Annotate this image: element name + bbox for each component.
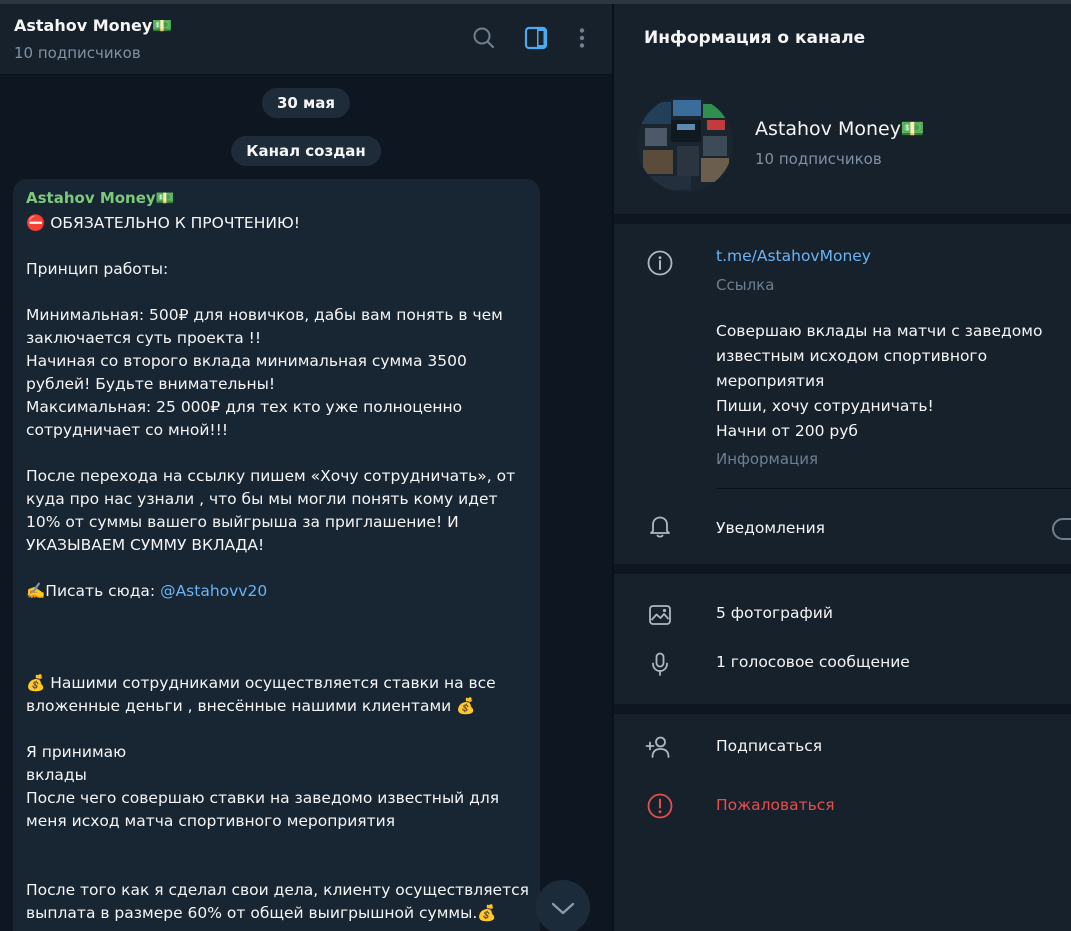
chevron-down-icon: [551, 902, 575, 915]
message-line: [26, 281, 526, 304]
message-line: Минимальная: 500₽ для новичков, дабы вам…: [26, 306, 503, 324]
message-line: выплата в размере 60% от общей выигрышно…: [26, 904, 497, 922]
message-line: УКАЗЫВАЕМ СУММУ ВКЛАДА!: [26, 536, 265, 554]
message-line: сотрудничает со мной!!!: [26, 421, 229, 439]
channel-subscriber-count: 10 подписчиков: [755, 150, 882, 168]
message-line: заключается суть проекта !!: [26, 329, 262, 347]
subscribe-button[interactable]: Подписаться: [716, 737, 822, 755]
message-line: [26, 235, 526, 258]
message-line: После чего совершаю ставки на заведомо и…: [26, 789, 500, 807]
bell-icon: [646, 512, 674, 540]
message-text: ⛔ ОБЯЗАТЕЛЬНО К ПРОЧТЕНИЮ! Принцип работ…: [26, 212, 529, 925]
message-line: меня исход матча спортивного мероприятия: [26, 812, 396, 830]
chat-header[interactable]: Astahov Money💵 10 подписчиков: [0, 4, 612, 75]
service-message-pill: Канал создан: [231, 136, 381, 166]
message-bubble[interactable]: Astahov Money💵 ⛔ ОБЯЗАТЕЛЬНО К ПРОЧТЕНИЮ…: [13, 179, 540, 931]
contact-username-link[interactable]: @Astahovv20: [160, 582, 267, 600]
report-icon: [646, 792, 674, 820]
message-line: [26, 649, 526, 672]
message-line: вклады: [26, 766, 87, 784]
description-line: мероприятия: [716, 372, 825, 390]
channel-name: Astahov Money💵: [755, 118, 925, 140]
message-line: вложенные деньги , внесённые нашими клие…: [26, 697, 476, 715]
voice-messages-item[interactable]: 1 голосовое сообщение: [716, 653, 910, 671]
description-line: Совершаю вклады на матчи с заведомо: [716, 322, 1043, 340]
message-line: 💰 Нашими сотрудниками осуществляется ста…: [26, 674, 496, 692]
message-line: После перехода на ссылку пишем «Хочу сот…: [26, 467, 516, 485]
section-separator: [614, 564, 1071, 574]
channel-link-label: Ссылка: [716, 276, 775, 294]
date-pill: 30 мая: [261, 88, 351, 118]
description-line: известным исходом спортивного: [716, 347, 988, 365]
microphone-icon: [646, 650, 674, 678]
message-line: Максимальная: 25 000₽ для тех кто уже по…: [26, 398, 463, 416]
message-line: [26, 442, 526, 465]
message-line: [26, 626, 526, 649]
channel-avatar[interactable]: [637, 96, 733, 192]
message-line: рублей! Будьте внимательны!: [26, 375, 276, 393]
search-icon[interactable]: [470, 24, 498, 52]
section-separator: [614, 214, 1071, 224]
message-line: [26, 603, 526, 626]
message-line: [26, 718, 526, 741]
chat-title[interactable]: Astahov Money💵: [14, 16, 172, 35]
chat-pane: Astahov Money💵 10 подписчиков 30 мая Кан…: [0, 4, 612, 931]
description-line: Пиши, хочу сотрудничать!: [716, 397, 934, 415]
channel-description-label: Информация: [716, 450, 819, 468]
divider: [716, 488, 1071, 489]
info-panel-title: Информация о канале: [644, 28, 866, 48]
channel-description[interactable]: Совершаю вклады на матчи с заведомо изве…: [716, 319, 1042, 444]
notifications-label[interactable]: Уведомления: [716, 519, 825, 537]
message-line: ⛔ ОБЯЗАТЕЛЬНО К ПРОЧТЕНИЮ!: [26, 214, 300, 232]
description-line: Начни от 200 руб: [716, 422, 858, 440]
scroll-down-button[interactable]: [536, 880, 590, 931]
chat-subscriber-count: 10 подписчиков: [14, 44, 141, 62]
report-button[interactable]: Пожаловаться: [716, 796, 835, 814]
channel-link-text[interactable]: t.me/AstahovMoney: [716, 247, 871, 265]
message-author[interactable]: Astahov Money💵: [26, 189, 174, 207]
message-line: После того как я сделал свои дела, клиен…: [26, 881, 529, 899]
write-here-prefix: ✍️Писать сюда:: [26, 582, 161, 600]
photo-icon: [646, 601, 674, 629]
message-line: куда про нас узнали , что бы мы могли по…: [26, 490, 498, 508]
more-vertical-icon[interactable]: [568, 24, 596, 52]
channel-info-pane: Информация о канале Astahov Money💵 10 по…: [614, 4, 1071, 931]
message-line: [26, 833, 526, 856]
photos-item[interactable]: 5 фотографий: [716, 604, 833, 622]
message-line: [26, 557, 526, 580]
channel-link[interactable]: t.me/AstahovMoney: [716, 247, 871, 265]
message-line: Я принимаю: [26, 743, 127, 761]
notifications-toggle[interactable]: [1052, 518, 1071, 540]
message-line: [26, 856, 526, 879]
message-line: Начиная со второго вклада минимальная су…: [26, 352, 467, 370]
message-line: Принцип работы:: [26, 260, 169, 278]
section-separator: [614, 704, 1071, 714]
sidebar-toggle-icon[interactable]: [522, 24, 550, 52]
write-here-line: ✍️Писать сюда: @Astahovv20: [26, 580, 526, 603]
info-icon: [646, 249, 674, 277]
message-line: 10% от суммы вашего выйгрыша за приглаше…: [26, 513, 459, 531]
add-user-icon: [644, 733, 672, 761]
